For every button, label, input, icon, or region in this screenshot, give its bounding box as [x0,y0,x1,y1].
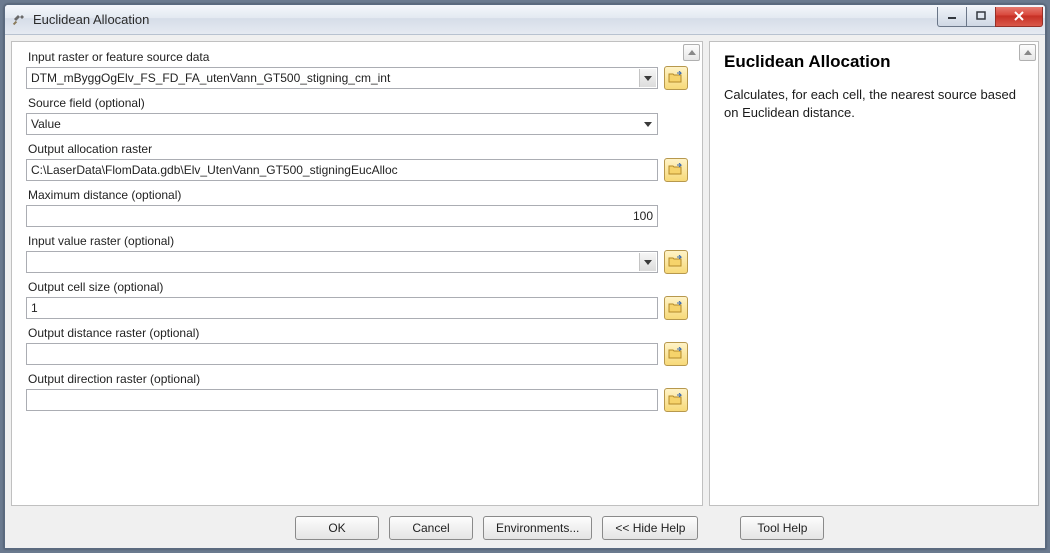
environments-button[interactable]: Environments... [483,516,592,540]
source-field-combo[interactable]: Value [26,113,658,135]
browse-button[interactable] [664,158,688,182]
button-row: OK Cancel Environments... << Hide Help T… [11,512,1039,542]
help-body: Calculates, for each cell, the nearest s… [724,86,1020,122]
ok-button[interactable]: OK [295,516,379,540]
chevron-down-icon[interactable] [639,115,656,133]
browse-button[interactable] [664,388,688,412]
close-button[interactable] [995,7,1043,27]
source-field-label: Source field (optional) [26,96,688,110]
output-cell-size-label: Output cell size (optional) [26,280,688,294]
browse-button[interactable] [664,66,688,90]
form-pane: Input raster or feature source data DTM_… [11,41,703,506]
output-cell-size-input[interactable] [26,297,658,319]
output-dir-raster-input[interactable] [26,389,658,411]
spacer [664,204,688,228]
minimize-button[interactable] [937,7,967,27]
client-area: Input raster or feature source data DTM_… [5,35,1045,548]
input-value-raster-combo[interactable] [26,251,658,273]
tool-help-button[interactable]: Tool Help [740,516,824,540]
cancel-button[interactable]: Cancel [389,516,473,540]
input-source-value: DTM_mByggOgElv_FS_FD_FA_utenVann_GT500_s… [31,71,639,85]
hammer-icon [11,12,27,28]
max-distance-input[interactable] [26,205,658,227]
chevron-down-icon[interactable] [639,253,656,271]
spacer [664,112,688,136]
output-alloc-label: Output allocation raster [26,142,688,156]
output-alloc-input[interactable] [26,159,658,181]
max-distance-label: Maximum distance (optional) [26,188,688,202]
help-title: Euclidean Allocation [724,52,1020,72]
scroll-up-button[interactable] [683,44,700,61]
output-dist-raster-input[interactable] [26,343,658,365]
chevron-down-icon[interactable] [639,69,656,87]
output-dist-raster-label: Output distance raster (optional) [26,326,688,340]
browse-button[interactable] [664,342,688,366]
output-dir-raster-label: Output direction raster (optional) [26,372,688,386]
maximize-button[interactable] [966,7,996,27]
input-value-raster-label: Input value raster (optional) [26,234,688,248]
dialog-window: Euclidean Allocation Input raster or fea… [4,4,1046,549]
help-pane: Euclidean Allocation Calculates, for eac… [709,41,1039,506]
input-source-label: Input raster or feature source data [26,50,688,64]
hide-help-button[interactable]: << Hide Help [602,516,698,540]
scroll-up-button[interactable] [1019,44,1036,61]
input-source-combo[interactable]: DTM_mByggOgElv_FS_FD_FA_utenVann_GT500_s… [26,67,658,89]
source-field-value: Value [31,117,639,131]
titlebar[interactable]: Euclidean Allocation [5,5,1045,35]
browse-button[interactable] [664,250,688,274]
window-title: Euclidean Allocation [33,12,149,27]
window-controls [938,7,1043,27]
browse-button[interactable] [664,296,688,320]
